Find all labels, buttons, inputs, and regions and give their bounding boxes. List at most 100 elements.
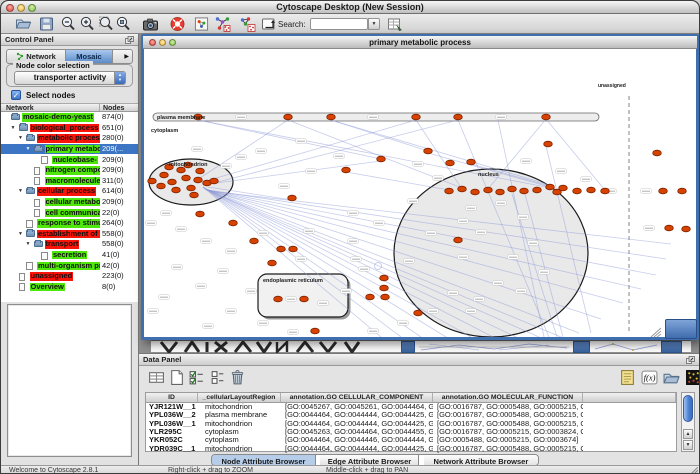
function-builder-icon[interactable]: f(x) [641, 369, 658, 386]
tree-row[interactable]: cell communicat22(0) [1, 207, 138, 218]
network-node[interactable] [446, 160, 455, 166]
network-node[interactable] [682, 226, 691, 232]
tree-row[interactable]: Overview8(0) [1, 282, 138, 293]
network-node[interactable] [168, 179, 177, 185]
tab-overflow-arrow-icon[interactable]: ▶ [124, 53, 129, 60]
network-node[interactable] [377, 156, 386, 162]
network-node[interactable] [467, 159, 476, 165]
network-node[interactable] [380, 285, 389, 291]
network-node[interactable] [508, 186, 517, 192]
tree-row[interactable]: mosaic-demo-yeast874(0) [1, 112, 138, 123]
network-node[interactable] [182, 175, 191, 181]
snapshot-camera-icon[interactable] [141, 16, 160, 32]
open-session-icon[interactable] [15, 16, 32, 32]
zoom-out-icon[interactable] [60, 16, 77, 32]
network-node[interactable] [546, 184, 555, 190]
scroll-down-arrow-icon[interactable]: ▼ [683, 440, 693, 450]
table-row[interactable]: YPL036W__2plasma membrane[GO:0044464, GO… [146, 411, 676, 419]
expand-arrow-icon[interactable]: ▼ [18, 231, 23, 237]
network-node[interactable] [342, 167, 351, 173]
table-column-header[interactable]: _cellularLayoutRegion [198, 393, 281, 402]
network-node[interactable] [412, 114, 421, 120]
table-row[interactable]: YJR121W__1mitochondrion[GO:0045267, GO:0… [146, 403, 676, 411]
tree-row[interactable]: ▼biological_process651(0) [1, 123, 138, 134]
network-node[interactable] [196, 211, 205, 217]
network-node[interactable] [601, 188, 610, 194]
network-node[interactable] [559, 185, 568, 191]
network-node[interactable] [587, 187, 596, 193]
float-panel-icon[interactable] [125, 36, 134, 44]
table-column-header[interactable]: ID [146, 393, 198, 402]
network-node[interactable] [380, 275, 389, 281]
import-attributes-icon[interactable] [386, 16, 403, 32]
table-column-header[interactable]: annotation.GO CELLULAR_COMPONENT [281, 393, 433, 402]
layout-network-2-icon[interactable] [238, 16, 257, 32]
table-row[interactable]: YDR039C__1mitochondrion[GO:0044464, GO:0… [146, 445, 676, 453]
network-node[interactable] [288, 195, 297, 201]
table-row[interactable]: YLR295Ccytoplasm[GO:0045263, GO:0044464,… [146, 428, 676, 436]
network-node[interactable] [542, 114, 551, 120]
network-node[interactable] [177, 167, 186, 173]
tree-row[interactable]: macromolecule311(0) [1, 176, 138, 187]
tree-row[interactable]: unassigned223(0) [1, 271, 138, 282]
network-canvas[interactable]: plasma membranecytoplasmmitochondrionnuc… [144, 49, 696, 337]
expand-arrow-icon[interactable]: ▼ [26, 241, 31, 247]
create-attribute-icon[interactable] [168, 369, 185, 386]
attribute-matrix-icon[interactable] [685, 369, 700, 386]
network-node[interactable] [277, 246, 286, 252]
table-column-header[interactable] [583, 393, 676, 402]
tree-row[interactable]: multi-organism pro42(0) [1, 260, 138, 271]
network-node[interactable] [471, 189, 480, 195]
network-node[interactable] [172, 187, 181, 193]
tree-row[interactable]: ▼establishment of lo558(0) [1, 229, 138, 240]
tree-row[interactable]: ▼primary metabo209(... [1, 144, 138, 155]
tree-row[interactable]: ▼metabolic process280(0) [1, 133, 138, 144]
network-node[interactable] [458, 186, 467, 192]
network-edge[interactable] [198, 120, 381, 159]
expand-arrow-icon[interactable]: ▼ [26, 146, 31, 152]
layout-network-1-icon[interactable] [213, 16, 232, 32]
network-node[interactable] [414, 310, 423, 316]
expand-arrow-icon[interactable]: ▼ [11, 125, 16, 131]
network-node[interactable] [381, 294, 390, 300]
network-node[interactable] [573, 188, 582, 194]
tree-row[interactable]: cellular metabo209(0) [1, 197, 138, 208]
network-node[interactable] [484, 187, 493, 193]
network-node[interactable] [659, 188, 668, 194]
network-node[interactable] [496, 189, 505, 195]
resize-grip-icon[interactable] [689, 467, 698, 474]
table-row[interactable]: YKR052Ccytoplasm[GO:0044464, GO:0044446,… [146, 436, 676, 444]
network-tree-list[interactable]: mosaic-demo-yeast874(0)▼biological_proce… [1, 112, 138, 302]
import-attribute-file-icon[interactable] [663, 369, 680, 386]
network-node[interactable] [157, 183, 166, 189]
network-node[interactable] [424, 148, 433, 154]
network-node[interactable] [311, 328, 320, 334]
network-node[interactable] [289, 246, 298, 252]
network-node[interactable] [284, 114, 293, 120]
node-color-dropdown[interactable]: transporter activity ▲▼ [14, 71, 126, 85]
network-node[interactable] [268, 260, 277, 266]
attribute-notes-icon[interactable] [619, 369, 636, 386]
expand-arrow-icon[interactable]: ▼ [18, 188, 23, 194]
search-dropdown-button[interactable]: ▼ [368, 18, 380, 30]
table-vertical-scrollbar[interactable]: ▲ ▼ [681, 392, 695, 452]
zoom-view-button[interactable] [169, 39, 176, 46]
network-node[interactable] [229, 220, 238, 226]
birdseye-view[interactable] [7, 304, 132, 457]
attribute-table-header[interactable]: ID_cellularLayoutRegionannotation.GO CEL… [146, 393, 676, 403]
tree-row[interactable]: nucleobase-209(0) [1, 154, 138, 165]
network-edge[interactable] [346, 172, 449, 190]
network-node[interactable] [187, 185, 196, 191]
network-edge[interactable] [546, 119, 605, 190]
tree-row[interactable]: ▼transport558(0) [1, 239, 138, 250]
search-input[interactable] [311, 25, 367, 35]
network-node[interactable] [160, 172, 169, 178]
network-edge[interactable] [331, 120, 428, 151]
network-node[interactable] [274, 296, 283, 302]
scroll-up-arrow-icon[interactable]: ▲ [683, 429, 693, 439]
network-node[interactable] [250, 238, 259, 244]
network-node[interactable] [194, 177, 203, 183]
select-all-attributes-icon[interactable] [188, 369, 205, 386]
network-node[interactable] [454, 114, 463, 120]
minimize-view-button[interactable] [159, 39, 166, 46]
